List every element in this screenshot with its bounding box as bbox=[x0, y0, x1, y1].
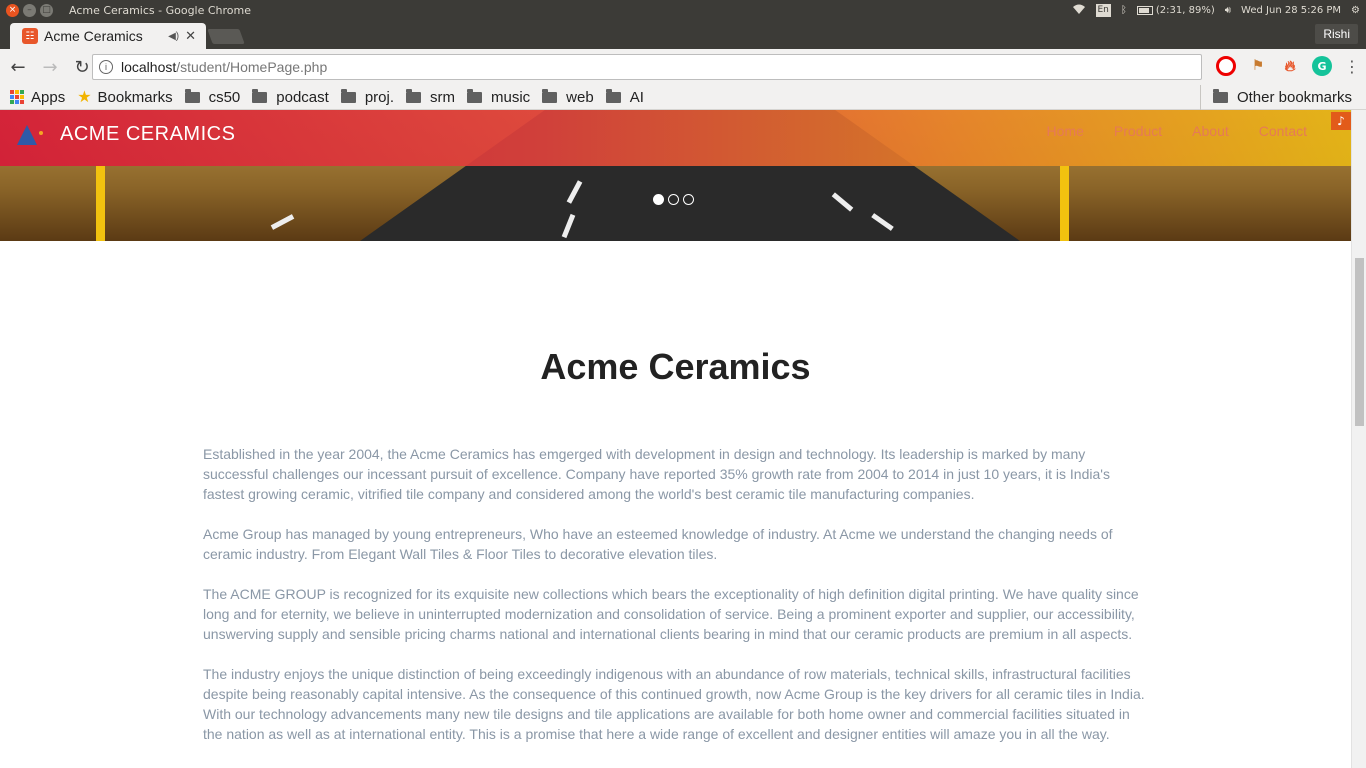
tab-title: Acme Ceramics bbox=[44, 28, 143, 44]
window-close-icon[interactable]: × bbox=[6, 4, 19, 17]
page-scrollbar[interactable] bbox=[1351, 110, 1366, 768]
brand[interactable]: ACME CERAMICS bbox=[14, 121, 235, 147]
folder-icon bbox=[467, 88, 482, 103]
bookmark-folder-proj[interactable]: proj. bbox=[340, 88, 394, 106]
bookmark-label: podcast bbox=[276, 88, 329, 106]
back-arrow-icon[interactable]: ← bbox=[4, 53, 32, 81]
paragraph: The ACME GROUP is recognized for its exq… bbox=[203, 586, 1139, 642]
battery-icon bbox=[1136, 6, 1153, 15]
apps-grid-icon bbox=[10, 90, 24, 104]
clock[interactable]: Wed Jun 28 5:26 PM bbox=[1241, 5, 1341, 16]
bookmark-label: srm bbox=[430, 88, 455, 106]
window-controls: × – □ bbox=[6, 4, 53, 17]
about-content: Established in the year 2004, the Acme C… bbox=[203, 444, 1149, 764]
slider-indicators bbox=[653, 194, 694, 205]
hero-slider: ACME CERAMICS Home Product About Contact… bbox=[0, 110, 1351, 241]
paragraph: Established in the year 2004, the Acme C… bbox=[203, 446, 1110, 502]
tab-strip: ☷ Acme Ceramics ◀) ✕ Rishi bbox=[0, 21, 1366, 49]
bluetooth-icon[interactable]: ᛒ bbox=[1121, 5, 1127, 16]
music-note-icon[interactable]: ♪ bbox=[1331, 112, 1351, 130]
url-path: /student/HomePage.php bbox=[176, 59, 328, 75]
bookmark-label: Bookmarks bbox=[97, 88, 173, 106]
folder-icon bbox=[406, 88, 421, 103]
paragraph: Acme Group has managed by young entrepre… bbox=[203, 526, 1113, 562]
battery-indicator[interactable]: (2:31, 89%) bbox=[1136, 5, 1215, 16]
os-top-bar: × – □ Acme Ceramics - Google Chrome En ᛒ… bbox=[0, 0, 1366, 21]
window-maximize-icon[interactable]: □ bbox=[40, 4, 53, 17]
site-nav: Home Product About Contact bbox=[1047, 123, 1307, 139]
opera-vpn-extension-icon[interactable] bbox=[1216, 56, 1236, 76]
bookmark-folder-srm[interactable]: srm bbox=[406, 88, 455, 106]
bookmark-label: Apps bbox=[31, 88, 66, 106]
road-post bbox=[96, 166, 105, 241]
grammarly-extension-icon[interactable]: G bbox=[1312, 56, 1332, 76]
bookmark-label: cs50 bbox=[208, 88, 241, 106]
extensions: ⚑ 🔥︎ G ⋮ bbox=[1216, 56, 1360, 76]
site-favicon-icon: ☷ bbox=[22, 28, 38, 44]
browser-toolbar: ← → ↻ i localhost/student/HomePage.php ⚑… bbox=[0, 49, 1366, 85]
forward-arrow-icon[interactable]: → bbox=[36, 53, 64, 81]
url-host: localhost bbox=[121, 59, 177, 75]
bookmarks-bar: Apps ★ Bookmarks cs50 podcast proj. srm … bbox=[0, 85, 1366, 110]
profile-button[interactable]: Rishi bbox=[1315, 24, 1358, 44]
browser-tab[interactable]: ☷ Acme Ceramics ◀) ✕ bbox=[10, 23, 206, 49]
bookmark-label: music bbox=[491, 88, 531, 106]
battery-text: (2:31, 89%) bbox=[1155, 5, 1215, 16]
brand-name: ACME CERAMICS bbox=[60, 122, 236, 145]
volume-icon[interactable]: 🔊︎ bbox=[1225, 5, 1231, 16]
window-title: Acme Ceramics - Google Chrome bbox=[69, 4, 252, 17]
page-heading: Acme Ceramics bbox=[540, 346, 811, 387]
site-info-icon[interactable]: i bbox=[99, 60, 113, 74]
folder-icon bbox=[184, 88, 200, 103]
bookmark-folder-ai[interactable]: AI bbox=[605, 88, 644, 106]
paragraph: The industry enjoys the unique distincti… bbox=[203, 666, 1145, 742]
road-marking bbox=[270, 214, 295, 230]
page-viewport: ACME CERAMICS Home Product About Contact… bbox=[0, 110, 1351, 768]
nav-product[interactable]: Product bbox=[1114, 123, 1162, 139]
bookmark-label: proj. bbox=[364, 88, 394, 106]
flag-extension-icon[interactable]: ⚑ bbox=[1248, 56, 1268, 76]
bookmark-folder-podcast[interactable]: podcast bbox=[252, 88, 329, 106]
new-tab-button[interactable] bbox=[207, 29, 245, 44]
nav-home[interactable]: Home bbox=[1047, 123, 1084, 139]
nav-contact[interactable]: Contact bbox=[1259, 123, 1307, 139]
folder-icon bbox=[1212, 89, 1228, 103]
folder-icon bbox=[252, 88, 268, 103]
nav-about[interactable]: About bbox=[1192, 123, 1229, 139]
slider-dot-1[interactable] bbox=[653, 194, 664, 205]
scrollbar-thumb[interactable] bbox=[1355, 258, 1364, 426]
bookmark-folder-music[interactable]: music bbox=[467, 88, 531, 106]
star-icon: ★ bbox=[77, 89, 92, 106]
settings-gear-icon[interactable]: ⚙ bbox=[1351, 5, 1360, 16]
wifi-icon[interactable] bbox=[1072, 4, 1086, 18]
bookmark-folder-web[interactable]: web bbox=[542, 88, 594, 106]
bookmark-label: AI bbox=[629, 88, 644, 106]
folder-icon bbox=[542, 88, 558, 103]
folder-icon bbox=[605, 88, 621, 103]
bookmark-label: web bbox=[566, 88, 594, 106]
address-bar[interactable]: i localhost/student/HomePage.php bbox=[92, 54, 1202, 80]
chrome-menu-icon[interactable]: ⋮ bbox=[1344, 57, 1360, 76]
bookmark-folder-cs50[interactable]: cs50 bbox=[184, 88, 241, 106]
road-post bbox=[1060, 166, 1069, 241]
system-tray: En ᛒ (2:31, 89%) 🔊︎ Wed Jun 28 5:26 PM ⚙ bbox=[1072, 4, 1366, 18]
tab-audio-icon[interactable]: ◀) bbox=[168, 31, 179, 42]
window-minimize-icon[interactable]: – bbox=[23, 4, 36, 17]
bookmark-label: Other bookmarks bbox=[1236, 89, 1352, 106]
other-bookmarks[interactable]: Other bookmarks bbox=[1199, 85, 1352, 110]
tab-close-icon[interactable]: ✕ bbox=[185, 28, 196, 44]
folder-icon bbox=[340, 88, 356, 103]
bookmark-bookmarks[interactable]: ★ Bookmarks bbox=[77, 87, 172, 107]
slider-dot-2[interactable] bbox=[668, 194, 679, 205]
acme-logo-icon bbox=[14, 121, 44, 147]
keyboard-language[interactable]: En bbox=[1095, 4, 1111, 17]
site-navbar: ACME CERAMICS Home Product About Contact… bbox=[0, 110, 1351, 166]
fire-extension-icon[interactable]: 🔥︎ bbox=[1280, 56, 1300, 76]
slider-dot-3[interactable] bbox=[683, 194, 694, 205]
bookmark-apps[interactable]: Apps bbox=[10, 89, 65, 106]
